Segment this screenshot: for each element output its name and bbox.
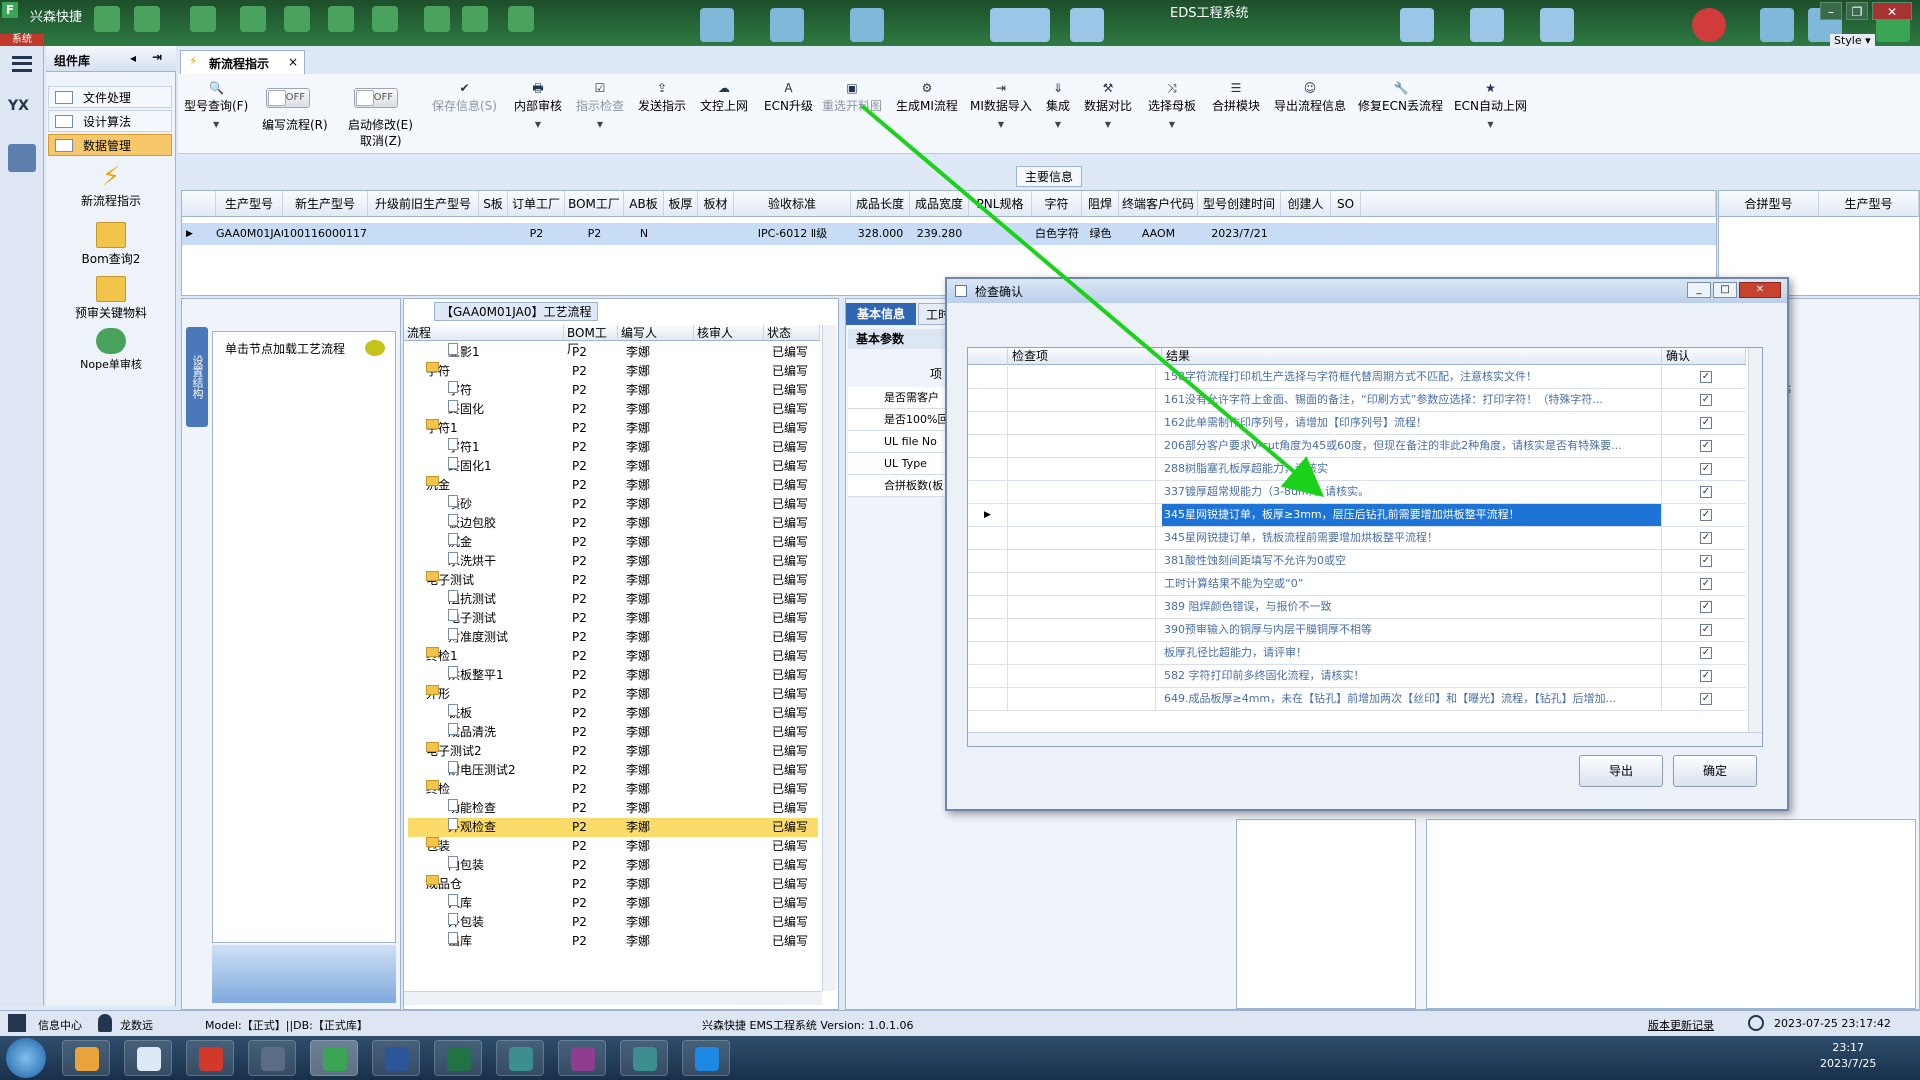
word-icon: [385, 1047, 409, 1071]
app-icon: [199, 1047, 223, 1071]
taskbar-app[interactable]: [558, 1040, 606, 1076]
taskbar-app[interactable]: [186, 1040, 234, 1076]
taskbar-app[interactable]: [372, 1040, 420, 1076]
x-app-icon: [571, 1047, 595, 1071]
taskbar-app[interactable]: [62, 1040, 110, 1076]
taskbar-app[interactable]: [434, 1040, 482, 1076]
start-button[interactable]: [6, 1038, 46, 1078]
model-db: Model:【正式】||DB:【正式库】: [205, 1019, 368, 1032]
update-log-link[interactable]: 版本更新记录: [1648, 1017, 1714, 1033]
arrow-app-icon: [695, 1047, 719, 1071]
tray-icons[interactable]: [1672, 1050, 1802, 1066]
status-datetime: 2023-07-25 23:17:42: [1774, 1017, 1891, 1030]
taskbar-time: 23:17: [1832, 1041, 1865, 1054]
taskbar-app[interactable]: [310, 1040, 358, 1076]
taskbar-date: 2023/7/25: [1820, 1057, 1877, 1070]
current-user: 龙数远: [120, 1019, 153, 1032]
eds-app-icon: [323, 1047, 347, 1071]
taskbar-app[interactable]: [248, 1040, 296, 1076]
version-info: 兴森快捷 EMS工程系统 Version: 1.0.1.06: [702, 1019, 914, 1032]
taskbar: 23:17 2023/7/25: [0, 1036, 1920, 1080]
user-icon: [98, 1014, 112, 1032]
save-icon: [261, 1047, 285, 1071]
excel-icon: [447, 1047, 471, 1071]
taskbar-app[interactable]: [682, 1040, 730, 1076]
status-bar: 信息中心 龙数远 Model:【正式】||DB:【正式库】 兴森快捷 EMS工程…: [0, 1010, 1920, 1036]
notepad-icon: [137, 1047, 161, 1071]
annotation-arrow: [860, 104, 1325, 498]
taskbar-app[interactable]: [496, 1040, 544, 1076]
eye-icon: [509, 1047, 533, 1071]
taskbar-app[interactable]: [124, 1040, 172, 1076]
shell-icon: [75, 1047, 99, 1071]
clock-icon: [1748, 1015, 1764, 1031]
eye-icon: [633, 1047, 657, 1071]
taskbar-app[interactable]: [620, 1040, 668, 1076]
grid-icon[interactable]: [8, 1014, 26, 1032]
info-center[interactable]: 信息中心: [38, 1017, 82, 1033]
taskbar-clock[interactable]: 23:17 2023/7/25: [1820, 1040, 1876, 1072]
